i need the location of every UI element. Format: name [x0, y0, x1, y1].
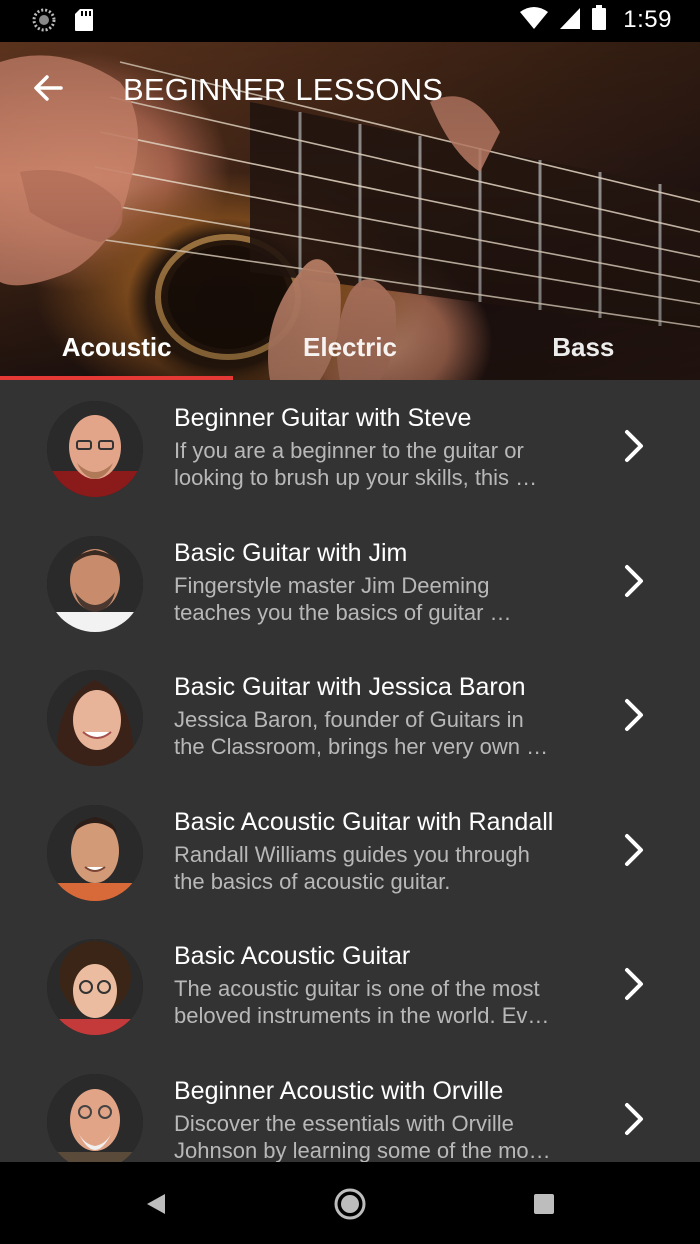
lesson-description: The acoustic guitar is one of the most b… [174, 976, 550, 1028]
lesson-description: Fingerstyle master Jim Deeming teaches y… [174, 572, 512, 625]
recents-square-icon [534, 1194, 554, 1214]
lesson-title: Beginner Guitar with Steve [174, 404, 472, 432]
tab-bass[interactable]: Bass [467, 314, 700, 380]
back-triangle-icon [147, 1194, 165, 1214]
chevron-right-icon [625, 430, 643, 462]
lesson-title: Basic Guitar with Jessica Baron [174, 673, 526, 701]
nav-recents-button[interactable] [524, 1184, 564, 1224]
chevron-right-icon [625, 833, 643, 866]
app-bar: BEGINNER LESSONS [0, 42, 700, 138]
list-item[interactable]: Basic Acoustic Guitar with Randall Randa… [0, 784, 700, 919]
chevron-right-icon [625, 699, 643, 731]
chevron-right-icon [625, 968, 643, 1000]
cell-signal-icon [559, 6, 581, 34]
list-item[interactable]: Basic Acoustic Guitar The acoustic guita… [0, 918, 700, 1053]
list-item[interactable]: Beginner Acoustic with Orville Discover … [0, 1053, 700, 1163]
avatar [47, 670, 143, 766]
avatar [47, 1073, 143, 1162]
system-nav-bar [0, 1162, 700, 1244]
battery-icon [591, 5, 607, 35]
avatar [47, 401, 143, 497]
lesson-title: Basic Guitar with Jim [174, 538, 408, 567]
lesson-list: Beginner Guitar with Steve If you are a … [0, 380, 700, 1162]
status-bar: 1:59 [0, 0, 700, 42]
tab-electric[interactable]: Electric [233, 314, 466, 380]
list-item[interactable]: Basic Guitar with Jessica Baron Jessica … [0, 649, 700, 784]
lesson-title: Basic Acoustic Guitar [174, 942, 411, 970]
arrow-back-icon [34, 75, 63, 101]
wifi-icon [519, 6, 549, 34]
chevron-right-icon [625, 564, 643, 597]
status-time: 1:59 [623, 6, 672, 33]
sd-card-icon [74, 8, 94, 36]
list-item[interactable]: Beginner Guitar with Steve If you are a … [0, 380, 700, 515]
avatar [47, 535, 143, 632]
tab-acoustic[interactable]: Acoustic [0, 314, 234, 380]
back-button[interactable] [26, 66, 70, 110]
lesson-title: Beginner Acoustic with Orville [174, 1076, 504, 1105]
lesson-description: Discover the essentials with Orville Joh… [174, 1110, 551, 1163]
avatar [47, 939, 143, 1035]
lesson-description: Randall Williams guides you through the … [174, 841, 530, 894]
page-title: BEGINNER LESSONS [123, 72, 444, 107]
nav-home-button[interactable] [330, 1184, 370, 1224]
lesson-description: Jessica Baron, founder of Guitars in the… [174, 707, 549, 759]
lesson-title: Basic Acoustic Guitar with Randall [174, 807, 554, 836]
sync-icon [32, 8, 56, 36]
home-circle-icon [334, 1188, 366, 1220]
nav-back-button[interactable] [136, 1184, 176, 1224]
lesson-description: If you are a beginner to the guitar or l… [174, 438, 538, 490]
avatar [47, 804, 143, 901]
list-item[interactable]: Basic Guitar with Jim Fingerstyle master… [0, 515, 700, 650]
tab-bar: Acoustic Electric Bass [0, 314, 700, 380]
chevron-right-icon [625, 1102, 643, 1135]
header-banner: BEGINNER LESSONS Acoustic Electric Bass [0, 42, 700, 380]
